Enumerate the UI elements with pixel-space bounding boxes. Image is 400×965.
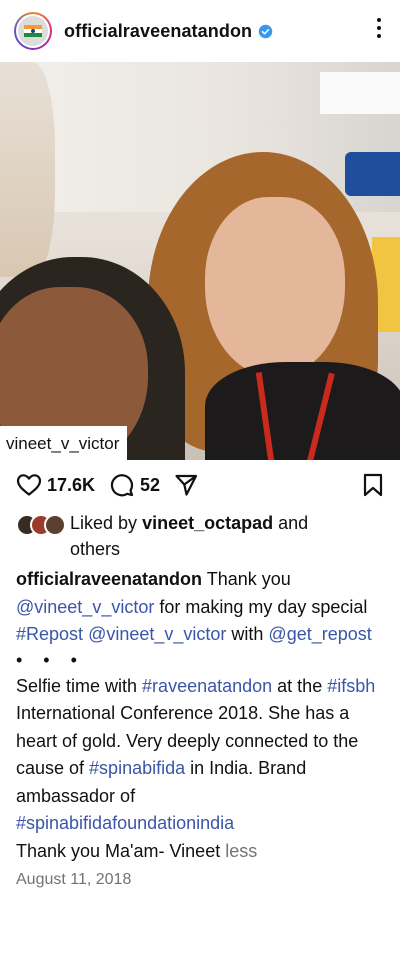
hashtag-link[interactable]: #Repost	[16, 624, 83, 644]
liked-by-row: Liked by vineet_octapad and others	[0, 510, 400, 562]
share-icon[interactable]	[174, 473, 198, 497]
liker-username: vineet_octapad	[142, 513, 274, 533]
hashtag-link[interactable]: #raveenatandon	[142, 676, 272, 696]
less-button[interactable]: less	[225, 841, 257, 861]
caption-author[interactable]: officialraveenatandon	[16, 569, 202, 589]
mention-link[interactable]: @vineet_v_victor	[16, 597, 154, 617]
photo-user-tag[interactable]: vineet_v_victor	[0, 426, 128, 460]
verified-badge-icon	[258, 24, 273, 38]
liker-avatars[interactable]	[16, 512, 70, 536]
india-flag-icon	[24, 25, 42, 37]
username[interactable]: officialraveenatandon	[64, 21, 252, 42]
mention-link[interactable]: @vineet_v_victor	[88, 624, 226, 644]
caption-body: Selfie time with #raveenatandon at the #…	[16, 675, 376, 861]
post-date: August 11, 2018	[16, 871, 132, 888]
more-options-icon[interactable]	[376, 18, 382, 42]
likes-count[interactable]: 17.6K	[47, 475, 95, 496]
caption: officialraveenatandon Thank you @vineet_…	[16, 569, 372, 644]
save-bookmark-icon[interactable]	[362, 473, 384, 497]
mention-link[interactable]: @get_repost	[268, 624, 371, 644]
hashtag-link[interactable]: #ifsbh	[327, 676, 375, 696]
post-header: officialraveenatandon	[0, 0, 400, 62]
hashtag-link[interactable]: #spinabifida	[89, 758, 185, 778]
profile-avatar[interactable]	[14, 12, 52, 50]
hashtag-link[interactable]: #spinabifidafoundationindia	[16, 813, 234, 833]
action-bar: 17.6K 52	[0, 460, 400, 510]
comment-icon[interactable]	[109, 473, 135, 497]
liked-by-text[interactable]: Liked by vineet_octapad and others	[70, 510, 308, 562]
like-heart-icon[interactable]	[16, 473, 42, 497]
post-photo[interactable]: vineet_v_victor	[0, 62, 400, 460]
comments-count[interactable]: 52	[140, 475, 160, 496]
caption-ellipsis: • • •	[16, 649, 85, 670]
